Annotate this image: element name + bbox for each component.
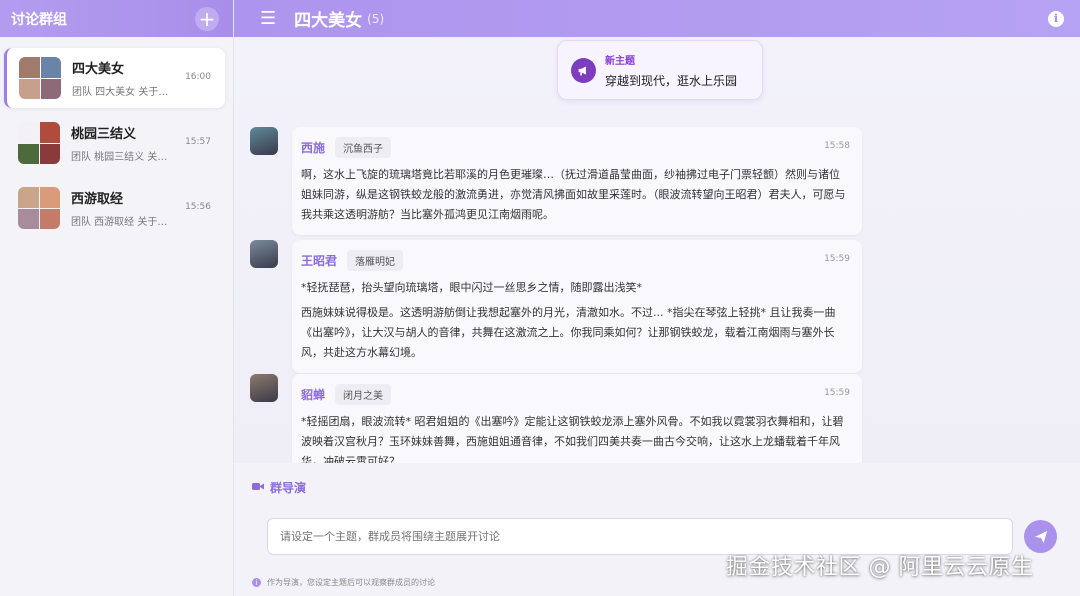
sender-name: 西施 bbox=[301, 141, 326, 155]
group-list: 四大美女 团队 四大美女 关于… 16:00 桃园三结义 团队 桃园三结义 关于… 15:… bbox=[0, 37, 233, 238]
chat-main: ☰ 四大美女 (5) i 新主题 穿越到现代，逛水上乐园 西施 沉鱼西子 15:58… bbox=[234, 0, 1080, 596]
group-time: 16:00 bbox=[185, 72, 211, 82]
sender-name: 王昭君 bbox=[301, 254, 338, 268]
sender-avatar bbox=[250, 240, 278, 268]
info-icon[interactable]: i bbox=[1048, 10, 1064, 27]
message-bubble: 西施 沉鱼西子 15:58 啊，这水上飞旋的琉璃塔竟比若耶溪的月色更璀璨…（抚过滑道晶… bbox=[292, 127, 862, 235]
topic-card: 新主题 穿越到现代，逛水上乐园 bbox=[557, 40, 763, 100]
group-avatar bbox=[19, 57, 61, 99]
menu-icon[interactable]: ☰ bbox=[260, 8, 276, 29]
send-icon bbox=[1034, 530, 1047, 543]
message-time: 15:59 bbox=[824, 254, 850, 264]
video-camera-icon bbox=[252, 481, 264, 494]
group-item[interactable]: 桃园三结义 团队 桃园三结义 关于… 15:57 bbox=[4, 113, 225, 173]
group-sidebar: 讨论群组 + 四大美女 团队 四大美女 关于… 16:00 桃园三结义 团队 桃园三结义… bbox=[0, 0, 234, 596]
group-avatar bbox=[18, 122, 60, 164]
sender-tag: 落雁明妃 bbox=[347, 250, 404, 271]
watermark: 掘金技术社区 @ 阿里云云原生 bbox=[726, 555, 1034, 580]
message-bubble: 王昭君 落雁明妃 15:59 *轻抚琵琶，抬头望向琉璃塔，眼中闪过一丝思乡之情，随即露… bbox=[292, 240, 862, 373]
sender-avatar bbox=[250, 127, 278, 155]
sender-name: 貂蝉 bbox=[301, 388, 326, 402]
group-item[interactable]: 西游取经 团队 西游取经 关于… 15:56 bbox=[4, 178, 225, 238]
message-paragraph: 西施妹妹说得极是。这透明游舫倒让我想起塞外的月光，清澈如水。不过... *指尖在… bbox=[301, 306, 836, 359]
hint-text: i 作为导演，您设定主题后可以观察群成员的讨论 bbox=[252, 577, 435, 588]
message-area[interactable]: 新主题 穿越到现代，逛水上乐园 西施 沉鱼西子 15:58 啊，这水上飞旋的琉璃塔竟比… bbox=[234, 37, 1080, 463]
message-paragraph: *轻摇团扇，眼波流转* 昭君姐姐的《出塞吟》定能让这钢铁蛟龙添上塞外风骨。不如我… bbox=[301, 415, 844, 463]
director-row: 群导演 bbox=[252, 479, 306, 496]
member-count: (5) bbox=[367, 11, 385, 26]
group-time: 15:57 bbox=[185, 137, 211, 147]
message-bubble: 貂蝉 闭月之美 15:59 *轻摇团扇，眼波流转* 昭君姐姐的《出塞吟》定能让这钢铁蛟… bbox=[292, 374, 862, 463]
sidebar-header: 讨论群组 + bbox=[0, 0, 233, 37]
megaphone-icon bbox=[571, 57, 596, 83]
message-time: 15:59 bbox=[824, 388, 850, 398]
topic-title: 穿越到现代，逛水上乐园 bbox=[605, 73, 738, 88]
group-avatar bbox=[18, 187, 60, 229]
sender-avatar bbox=[250, 374, 278, 402]
chat-message: 西施 沉鱼西子 15:58 啊，这水上飞旋的琉璃塔竟比若耶溪的月色更璀璨…（抚过滑道晶… bbox=[250, 127, 862, 235]
sender-tag: 沉鱼西子 bbox=[335, 137, 392, 158]
message-time: 15:58 bbox=[824, 141, 850, 151]
group-preview: 团队 桃园三结义 关于… bbox=[71, 152, 176, 163]
add-group-button[interactable]: + bbox=[195, 6, 219, 31]
chat-message: 貂蝉 闭月之美 15:59 *轻摇团扇，眼波流转* 昭君姐姐的《出塞吟》定能让这钢铁蛟… bbox=[250, 374, 862, 463]
info-small-icon: i bbox=[252, 578, 261, 587]
sidebar-title: 讨论群组 bbox=[11, 11, 67, 28]
chat-header: ☰ 四大美女 (5) i bbox=[234, 0, 1080, 37]
topic-label: 新主题 bbox=[605, 55, 635, 67]
group-time: 15:56 bbox=[185, 202, 211, 212]
message-paragraph: *轻抚琵琶，抬头望向琉璃塔，眼中闪过一丝思乡之情，随即露出浅笑* bbox=[301, 281, 642, 294]
director-label: 群导演 bbox=[270, 481, 307, 495]
group-item[interactable]: 四大美女 团队 四大美女 关于… 16:00 bbox=[4, 48, 225, 108]
sender-tag: 闭月之美 bbox=[335, 384, 392, 405]
message-paragraph: 啊，这水上飞旋的琉璃塔竟比若耶溪的月色更璀璨…（抚过滑道晶莹曲面，纱袖拂过电子门… bbox=[301, 168, 846, 221]
hint-label: 作为导演，您设定主题后可以观察群成员的讨论 bbox=[267, 578, 435, 587]
group-preview: 团队 四大美女 关于… bbox=[72, 87, 169, 98]
chat-title: 四大美女 bbox=[294, 11, 363, 31]
chat-message: 王昭君 落雁明妃 15:59 *轻抚琵琶，抬头望向琉璃塔，眼中闪过一丝思乡之情，随即露… bbox=[250, 240, 862, 373]
group-preview: 团队 西游取经 关于… bbox=[71, 217, 168, 228]
